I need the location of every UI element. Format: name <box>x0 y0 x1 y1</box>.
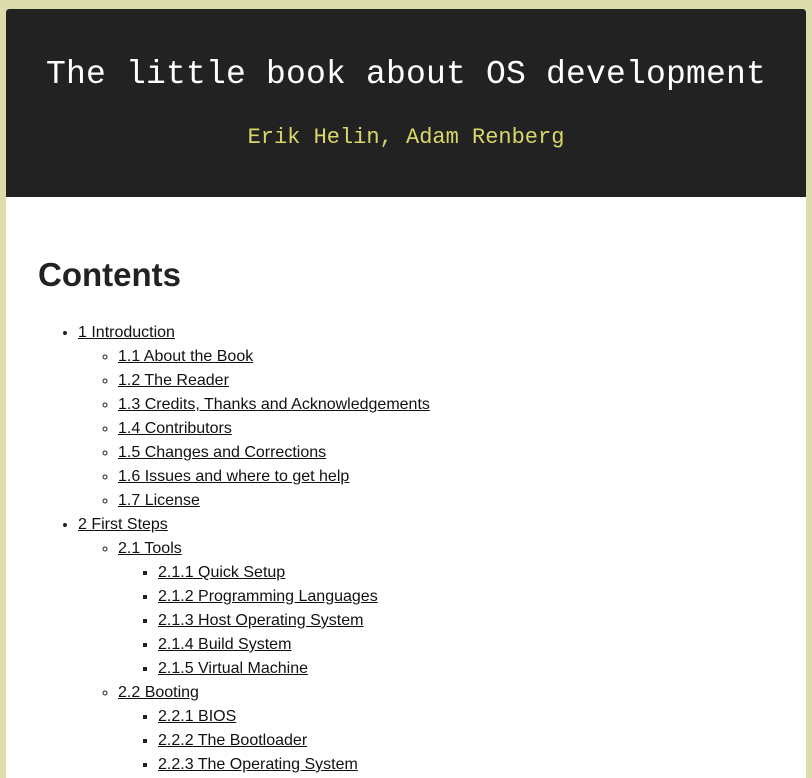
toc-link-2-2-3[interactable]: 2.2.3 The Operating System <box>158 756 358 773</box>
main-content: Contents 1 Introduction 1.1 About the Bo… <box>6 197 806 777</box>
toc-link-1-1[interactable]: 1.1 About the Book <box>118 348 253 365</box>
toc-chapter: 2 First Steps 2.1 Tools 2.1.1 Quick Setu… <box>78 513 774 777</box>
toc-subsection: 2.1.1 Quick Setup <box>158 561 774 585</box>
toc-subsection: 2.2.2 The Bootloader <box>158 729 774 753</box>
toc-section: 2.2 Booting 2.2.1 BIOS 2.2.2 The Bootloa… <box>118 681 774 777</box>
toc-link-2-1-1[interactable]: 2.1.1 Quick Setup <box>158 564 285 581</box>
toc-link-2-2-1[interactable]: 2.2.1 BIOS <box>158 708 236 725</box>
toc-link-2-1-3[interactable]: 2.1.3 Host Operating System <box>158 612 363 629</box>
toc-section: 1.6 Issues and where to get help <box>118 465 774 489</box>
toc-chapter: 1 Introduction 1.1 About the Book 1.2 Th… <box>78 321 774 513</box>
contents-heading: Contents <box>38 256 181 293</box>
toc-section: 1.7 License <box>118 489 774 513</box>
toc-link-1-3[interactable]: 1.3 Credits, Thanks and Acknowledgements <box>118 396 430 413</box>
toc-subsection: 2.1.5 Virtual Machine <box>158 657 774 681</box>
book-authors: Erik Helin, Adam Renberg <box>247 125 565 150</box>
toc-link-chapter-1[interactable]: 1 Introduction <box>78 324 175 341</box>
toc-section: 1.1 About the Book <box>118 345 774 369</box>
toc-subsection: 2.2.1 BIOS <box>158 705 774 729</box>
toc-subsection: 2.1.4 Build System <box>158 633 774 657</box>
toc-link-1-5[interactable]: 1.5 Changes and Corrections <box>118 444 326 461</box>
toc-section: 2.1 Tools 2.1.1 Quick Setup 2.1.2 Progra… <box>118 537 774 681</box>
toc-subsection-list: 2.1.1 Quick Setup 2.1.2 Programming Lang… <box>118 561 774 681</box>
toc-link-1-2[interactable]: 1.2 The Reader <box>118 372 229 389</box>
page: The little book about OS development Eri… <box>6 9 806 778</box>
book-title: The little book about OS development <box>45 56 767 93</box>
toc-section: 1.5 Changes and Corrections <box>118 441 774 465</box>
toc-subsection: 2.2.3 The Operating System <box>158 753 774 777</box>
toc-link-2-1[interactable]: 2.1 Tools <box>118 540 182 557</box>
table-of-contents: 1 Introduction 1.1 About the Book 1.2 Th… <box>38 321 774 777</box>
toc-section: 1.2 The Reader <box>118 369 774 393</box>
toc-link-2-1-2[interactable]: 2.1.2 Programming Languages <box>158 588 378 605</box>
toc-link-2-2-2[interactable]: 2.2.2 The Bootloader <box>158 732 307 749</box>
toc-link-1-4[interactable]: 1.4 Contributors <box>118 420 232 437</box>
toc-subsection: 2.1.3 Host Operating System <box>158 609 774 633</box>
toc-subsection: 2.1.2 Programming Languages <box>158 585 774 609</box>
book-header: The little book about OS development Eri… <box>6 9 806 197</box>
toc-section-list: 1.1 About the Book 1.2 The Reader 1.3 Cr… <box>78 345 774 513</box>
toc-link-2-1-5[interactable]: 2.1.5 Virtual Machine <box>158 660 308 677</box>
toc-section: 1.3 Credits, Thanks and Acknowledgements <box>118 393 774 417</box>
toc-link-2-1-4[interactable]: 2.1.4 Build System <box>158 636 291 653</box>
toc-section-list: 2.1 Tools 2.1.1 Quick Setup 2.1.2 Progra… <box>78 537 774 777</box>
toc-link-1-6[interactable]: 1.6 Issues and where to get help <box>118 468 349 485</box>
toc-link-2-2[interactable]: 2.2 Booting <box>118 684 199 701</box>
toc-subsection-list: 2.2.1 BIOS 2.2.2 The Bootloader 2.2.3 Th… <box>118 705 774 777</box>
toc-link-chapter-2[interactable]: 2 First Steps <box>78 516 168 533</box>
toc-section: 1.4 Contributors <box>118 417 774 441</box>
toc-link-1-7[interactable]: 1.7 License <box>118 492 200 509</box>
